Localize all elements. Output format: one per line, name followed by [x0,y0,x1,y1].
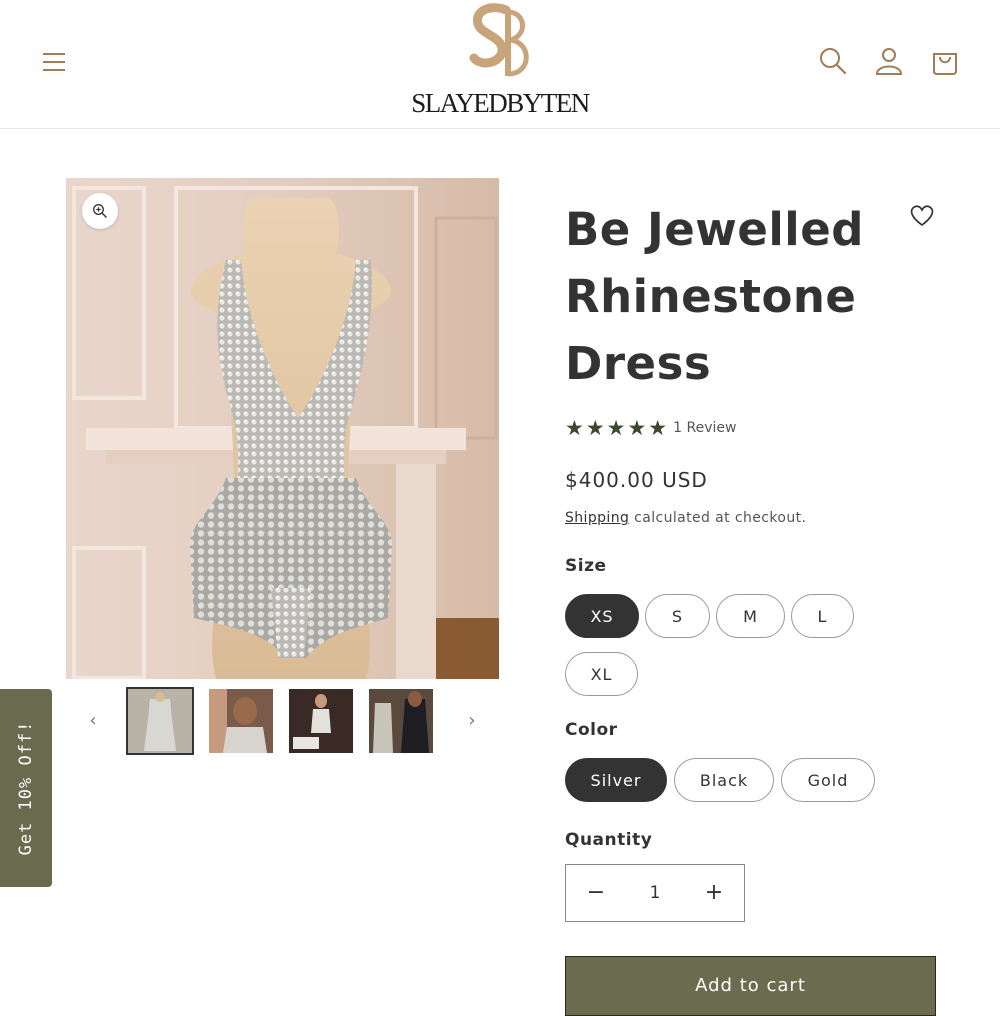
color-option-silver[interactable]: Silver [565,758,667,802]
review-count[interactable]: 1 Review [673,420,736,436]
thumbnail-next-button[interactable]: › [462,708,482,734]
search-icon[interactable] [816,44,850,78]
quantity-decrease-button[interactable]: − [568,865,624,921]
rating-stars: ★★★★★ [565,416,670,440]
shipping-link[interactable]: Shipping [565,510,629,526]
thumbnail-3[interactable] [289,689,353,753]
product-title: Be Jewelled Rhinestone Dress [565,203,864,390]
zoom-button[interactable] [82,193,118,229]
color-option-gold[interactable]: Gold [781,758,875,802]
site-header: SLAYEDBYTEN [0,0,1000,129]
thumbnail-model-full [289,689,353,753]
zoom-in-icon [93,204,107,218]
quantity-stepper: − 1 + [565,864,745,922]
discount-side-tab[interactable]: Get 10% Off! [0,689,52,887]
quantity-increase-button[interactable]: + [686,865,742,921]
hamburger-menu-icon[interactable] [40,48,68,76]
logo-monogram [469,3,529,77]
size-option-m[interactable]: M [716,594,785,638]
brand-name: SLAYEDBYTEN [411,88,590,118]
quantity-label: Quantity [565,830,653,850]
size-option-s[interactable]: S [645,594,710,638]
color-option-black[interactable]: Black [674,758,774,802]
thumbnail-prev-button[interactable]: ‹ [83,708,103,734]
shipping-note: Shipping calculated at checkout. [565,510,806,526]
quantity-input[interactable]: 1 [622,865,688,921]
account-icon[interactable] [872,44,906,78]
thumbnail-model-closeup [209,689,273,753]
thumbnail-1[interactable] [126,687,194,755]
thumbnail-dress-front [128,689,192,753]
dress-on-mannequin-image [66,178,499,679]
size-label: Size [565,556,607,576]
size-option-xs[interactable]: XS [565,594,639,638]
product-rating[interactable]: ★★★★★ 1 Review [565,415,736,441]
product-price: $400.00 USD [565,468,708,492]
size-option-l[interactable]: L [791,594,854,638]
discount-tab-label: Get 10% Off! [16,720,36,856]
color-label: Color [565,720,618,740]
thumbnail-2[interactable] [209,689,273,753]
brand-logo[interactable]: SLAYEDBYTEN [400,0,600,126]
add-to-cart-button[interactable]: Add to cart [565,956,936,1016]
size-option-xl[interactable]: XL [565,652,638,696]
cart-icon[interactable] [928,44,962,78]
thumbnail-model-group [369,689,433,753]
wishlist-heart-icon[interactable] [908,202,936,228]
thumbnail-4[interactable] [369,689,433,753]
product-main-image[interactable] [66,178,499,679]
shipping-note-text: calculated at checkout. [629,510,807,526]
